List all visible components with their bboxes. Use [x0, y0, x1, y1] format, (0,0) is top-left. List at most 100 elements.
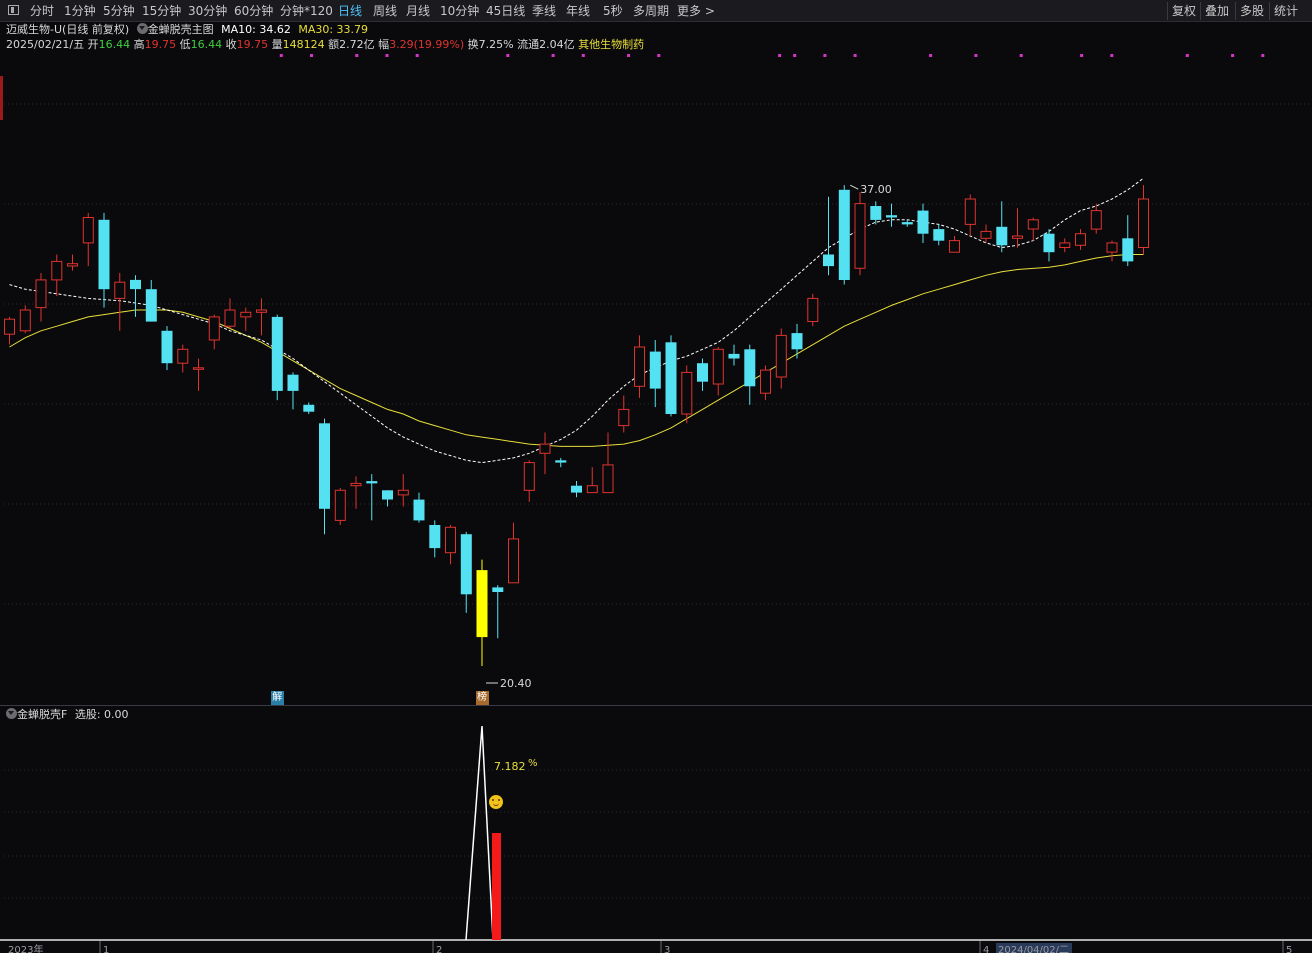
- signal-dot: [310, 54, 313, 57]
- candle-body: [980, 230, 992, 239]
- sub-chart-title: 金蝉脱壳F 选股: 0.00: [6, 708, 129, 722]
- candle-body: [145, 289, 157, 322]
- candle: [854, 192, 866, 276]
- candle-body: [397, 489, 409, 496]
- candle-body: [161, 330, 173, 364]
- amount-value: 2.72亿: [339, 38, 375, 51]
- candle-body: [823, 254, 834, 267]
- candle-body: [82, 217, 94, 244]
- candle-body: [19, 309, 31, 332]
- signal-bar: [492, 833, 501, 940]
- axis-label: 3: [664, 945, 670, 953]
- candle: [1138, 185, 1149, 255]
- candle: [886, 203, 897, 227]
- chart-mode: (日线 前复权): [62, 23, 130, 36]
- candle-body: [35, 279, 47, 309]
- change-label: 幅: [378, 38, 390, 51]
- indicator-dropdown-icon[interactable]: [136, 23, 148, 34]
- max-price-label: 37.00: [860, 183, 892, 196]
- candle: [602, 432, 614, 494]
- candle: [555, 457, 567, 468]
- grid-lines: [4, 103, 1312, 899]
- signal-dot: [778, 54, 782, 57]
- axis-label: 2: [436, 945, 442, 953]
- candle-body: [1122, 238, 1134, 262]
- axis-label: 1: [103, 945, 109, 953]
- candle-body: [634, 346, 645, 387]
- candle: [476, 559, 488, 666]
- signal-dot: [506, 54, 510, 57]
- candle: [539, 432, 551, 475]
- candle: [807, 293, 819, 327]
- candle: [901, 219, 913, 227]
- sector-link[interactable]: 其他生物制药: [578, 38, 644, 51]
- candle: [586, 467, 598, 494]
- candle: [618, 395, 630, 433]
- signal-dot: [1185, 54, 1189, 57]
- candle: [319, 418, 330, 535]
- open-value: 16.44: [98, 38, 131, 51]
- candle-body: [460, 534, 472, 595]
- candle: [712, 346, 724, 396]
- axis-label: 5: [1286, 945, 1292, 953]
- event-badge[interactable]: 榜: [475, 691, 489, 705]
- candle-body: [67, 263, 78, 267]
- signal-dot: [1019, 54, 1023, 57]
- candle: [208, 314, 220, 350]
- candle-body: [681, 371, 693, 415]
- candle: [681, 365, 693, 424]
- kline-chart[interactable]: 37.00 20.40 7.182 % 2023年 1 2 3 4 2024/04/02/二 5: [0, 0, 1312, 953]
- sub-indicator-dropdown-icon[interactable]: [6, 708, 17, 719]
- date-label: 2025/02/21/五: [6, 38, 85, 51]
- candle-body: [287, 374, 299, 391]
- candle-body: [1059, 242, 1071, 248]
- candle: [98, 212, 110, 308]
- candle: [1059, 238, 1071, 253]
- candle: [1075, 229, 1086, 250]
- signal-dot: [627, 54, 631, 57]
- candle-body: [1075, 233, 1086, 246]
- candle: [1106, 240, 1118, 262]
- candle: [193, 358, 204, 391]
- turnover-label: 换: [467, 38, 479, 51]
- candle-body: [886, 215, 897, 218]
- candle-body: [854, 203, 866, 269]
- candle: [791, 323, 803, 359]
- candle: [1122, 215, 1134, 267]
- candles: [4, 185, 1149, 666]
- candle: [870, 201, 882, 225]
- candle-body: [114, 281, 126, 299]
- candle: [271, 314, 283, 401]
- candle-body: [1138, 198, 1149, 248]
- candle-body: [523, 462, 535, 491]
- event-badge[interactable]: 解: [270, 691, 284, 705]
- amount-label: 额: [328, 38, 340, 51]
- panel-divider[interactable]: [0, 705, 1312, 706]
- candle-body: [1106, 242, 1118, 253]
- candle: [728, 344, 740, 366]
- candle-body: [602, 464, 614, 494]
- signal-dot: [853, 54, 857, 57]
- candle: [445, 524, 456, 565]
- candle: [980, 224, 992, 243]
- volume-value: 148124: [282, 38, 325, 51]
- candle: [145, 279, 157, 322]
- peak-value-label: 7.182: [494, 760, 526, 773]
- candle: [82, 212, 94, 267]
- candle-body: [933, 229, 945, 241]
- candle: [382, 490, 393, 507]
- candle: [114, 272, 126, 331]
- volume-label: 量: [271, 38, 283, 51]
- candle-body: [366, 481, 378, 484]
- candle-body: [98, 219, 110, 290]
- candle-body: [334, 489, 346, 521]
- candle: [996, 201, 1008, 253]
- peak-unit-label: %: [528, 758, 538, 769]
- candle-body: [429, 525, 441, 549]
- close-label: 收: [225, 38, 237, 51]
- candle: [775, 328, 787, 389]
- indicator-name: 金蝉脱壳主图: [147, 23, 214, 36]
- signal-dot: [1261, 54, 1265, 57]
- candle: [760, 365, 771, 401]
- candle: [1090, 203, 1102, 234]
